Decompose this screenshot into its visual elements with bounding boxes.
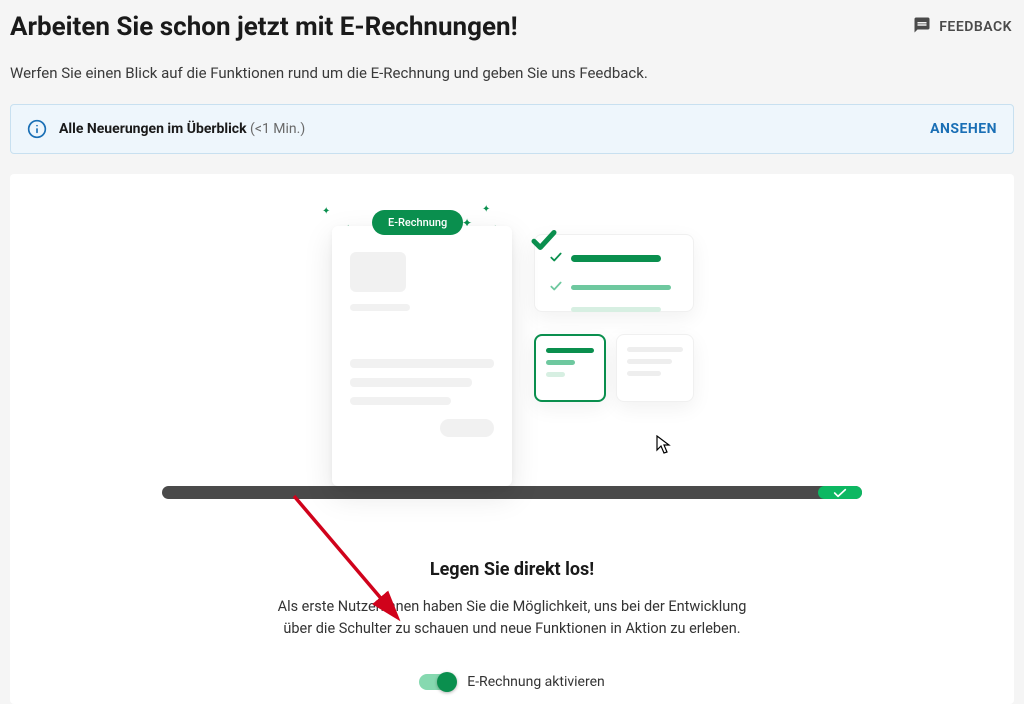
cta-line2: über die Schulter zu schauen und neue Fu… xyxy=(283,620,740,637)
check-icon xyxy=(549,278,563,297)
info-banner-text: Alle Neuerungen im Überblick (<1 Min.) xyxy=(59,121,930,137)
activate-toggle[interactable] xyxy=(419,674,455,690)
toggle-label: E-Rechnung aktivieren xyxy=(467,674,605,690)
feedback-label: FEEDBACK xyxy=(939,19,1012,35)
card-panel xyxy=(616,334,694,402)
cta-title: Legen Sie direkt los! xyxy=(30,559,994,580)
sparkle-icon: ✦ xyxy=(322,206,330,217)
info-banner-suffix: (<1 Min.) xyxy=(247,121,306,137)
cta-body: Als erste Nutzer:innen haben Sie die Mög… xyxy=(252,596,772,640)
e-rechnung-pill: E-Rechnung xyxy=(372,210,463,235)
progress-track xyxy=(162,486,862,499)
mouse-cursor-icon xyxy=(656,435,672,459)
checklist-panel xyxy=(534,234,694,312)
card-panel-selected xyxy=(534,334,606,402)
chat-icon xyxy=(913,16,931,38)
info-icon xyxy=(27,119,47,139)
info-banner: Alle Neuerungen im Überblick (<1 Min.) A… xyxy=(10,104,1014,154)
feedback-button[interactable]: FEEDBACK xyxy=(911,12,1014,42)
main-card: ✦ ✦ ✦ ✦ ✦ E-Rechnung xyxy=(10,174,1014,704)
info-banner-bold: Alle Neuerungen im Überblick xyxy=(59,121,247,137)
page-title: Arbeiten Sie schon jetzt mit E-Rechnunge… xyxy=(10,12,518,42)
page-subtitle: Werfen Sie einen Blick auf die Funktione… xyxy=(10,64,1014,82)
cta-line1: Als erste Nutzer:innen haben Sie die Mög… xyxy=(278,598,747,615)
sparkle-icon: ✦ xyxy=(482,204,490,215)
document-graphic xyxy=(332,226,512,486)
view-button[interactable]: ANSEHEN xyxy=(930,121,997,137)
illustration: ✦ ✦ ✦ ✦ ✦ E-Rechnung xyxy=(162,204,862,499)
progress-handle[interactable] xyxy=(818,486,862,499)
check-icon xyxy=(529,225,559,259)
